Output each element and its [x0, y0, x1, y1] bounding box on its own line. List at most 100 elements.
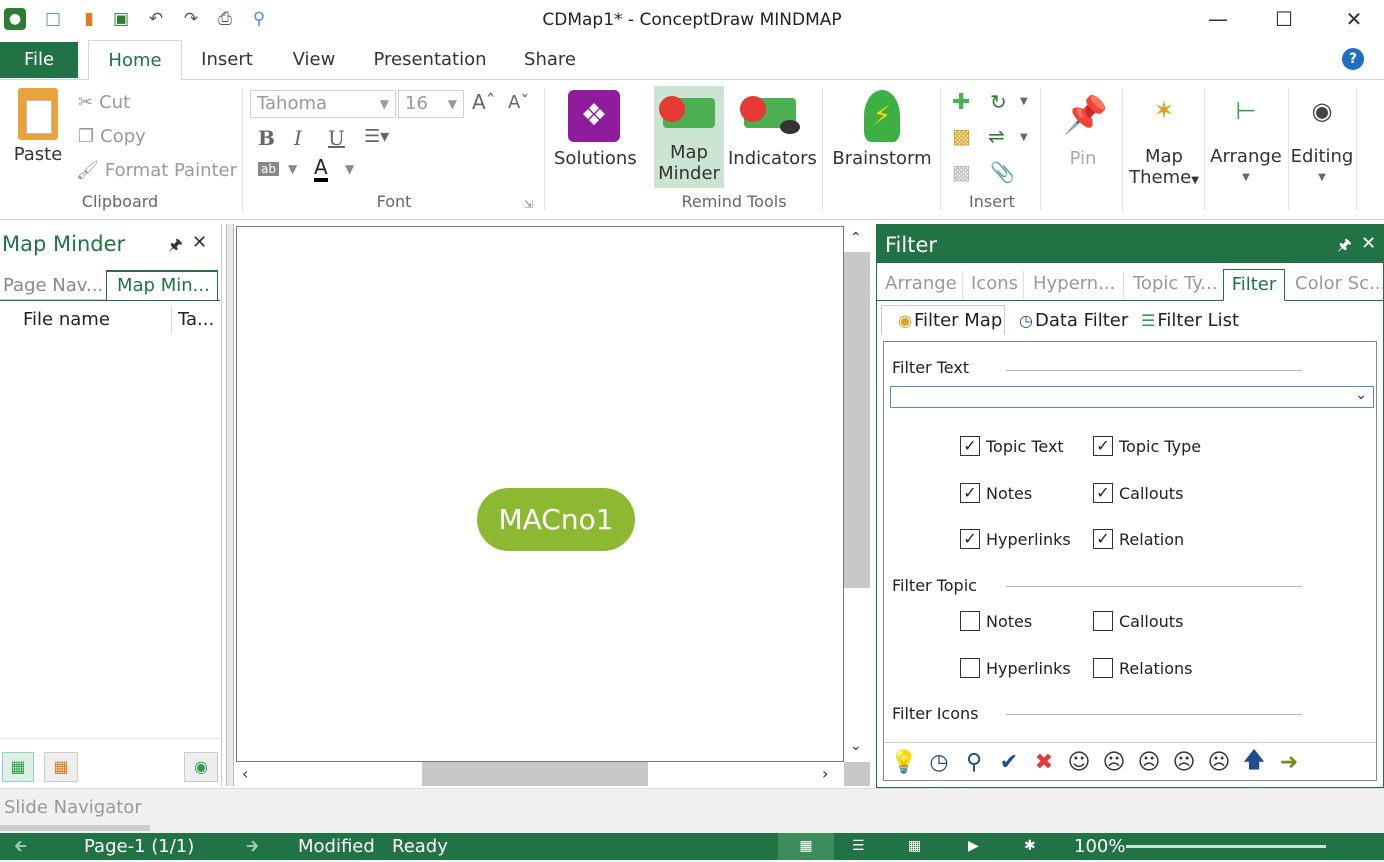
- option-topic-type[interactable]: ✓ Topic Type: [1093, 436, 1201, 456]
- column-tag[interactable]: Ta...: [178, 306, 218, 334]
- minimize-button[interactable]: —: [1190, 4, 1246, 34]
- sad-face-icon[interactable]: ☹: [1133, 746, 1165, 778]
- chevron-down-icon[interactable]: ▼: [1020, 132, 1028, 143]
- chevron-down-icon[interactable]: ▼: [345, 162, 354, 176]
- pane-splitter[interactable]: [226, 224, 234, 786]
- font-size-select[interactable]: 16 ▼: [398, 90, 464, 118]
- tab-file[interactable]: File: [0, 42, 78, 78]
- attachment-icon[interactable]: 📎: [990, 160, 1015, 184]
- prev-page-icon[interactable]: 🡰: [14, 835, 27, 862]
- italic-button[interactable]: I: [294, 126, 302, 150]
- tab-arrange[interactable]: Arrange: [885, 273, 957, 294]
- tab-home[interactable]: Home: [88, 40, 182, 81]
- checkbox-notes[interactable]: ✓: [960, 483, 980, 503]
- font-family-select[interactable]: Tahoma ▼: [250, 90, 396, 118]
- topic-option-hyperlinks[interactable]: Hyperlinks: [960, 658, 1071, 678]
- underline-button[interactable]: U: [328, 126, 345, 150]
- pin-pane-icon[interactable]: 🖈: [168, 234, 183, 261]
- cut-button[interactable]: ✂ Cut: [78, 92, 130, 113]
- option-topic-text[interactable]: ✓ Topic Text: [960, 436, 1064, 456]
- search-person-icon[interactable]: ⚲: [958, 746, 990, 778]
- tab-page-navigator[interactable]: Page Nav...: [0, 272, 106, 300]
- brainstorm-button[interactable]: ⚡ Brainstorm: [832, 90, 932, 169]
- arrow-up-icon[interactable]: 🡅: [1238, 746, 1270, 778]
- frown-face-icon[interactable]: ☹: [1168, 746, 1200, 778]
- tab-view[interactable]: View: [284, 40, 344, 80]
- scroll-down-icon[interactable]: ⌄: [850, 738, 862, 754]
- cross-icon[interactable]: ✖: [1028, 746, 1060, 778]
- add-topic-icon[interactable]: ✚: [952, 90, 970, 115]
- topic-option-notes[interactable]: Notes: [960, 611, 1032, 631]
- indicators-button[interactable]: Indicators: [728, 90, 817, 169]
- add-callout-icon[interactable]: ▩: [952, 124, 971, 148]
- play-icon[interactable]: ▶: [968, 833, 979, 860]
- checkbox-callouts[interactable]: ✓: [1093, 483, 1113, 503]
- scroll-up-icon[interactable]: ⌃: [850, 230, 862, 246]
- scroll-left-icon[interactable]: ‹: [242, 764, 248, 783]
- relationship-icon[interactable]: ⇌: [988, 124, 1005, 148]
- bold-button[interactable]: B: [258, 126, 275, 150]
- add-subtopic-icon[interactable]: ↻: [990, 90, 1007, 114]
- solutions-button[interactable]: ❖ Solutions: [554, 90, 637, 169]
- tab-color-scheme[interactable]: Color Sc...: [1295, 273, 1383, 294]
- slide-navigator-scroll[interactable]: [0, 825, 150, 831]
- checkbox-relation[interactable]: ✓: [1093, 529, 1113, 549]
- tab-map-minder[interactable]: Map Min...: [106, 270, 218, 300]
- arrange-button[interactable]: ⊢ Arrange ▼: [1210, 90, 1282, 188]
- arrow-right-icon[interactable]: ➜: [1273, 746, 1305, 778]
- topic-option-relations[interactable]: Relations: [1093, 658, 1192, 678]
- close-pane-icon[interactable]: ✕: [192, 232, 207, 253]
- chevron-down-icon[interactable]: ▼: [288, 162, 297, 176]
- help-icon[interactable]: ?: [1342, 48, 1364, 70]
- next-page-icon[interactable]: 🡲: [246, 835, 259, 862]
- tree-view-icon[interactable]: ▦: [2, 752, 34, 782]
- map-view-icon[interactable]: ▦: [778, 833, 834, 860]
- filter-view-icon[interactable]: ◉: [184, 752, 218, 782]
- topic-option-callouts[interactable]: Callouts: [1093, 611, 1183, 631]
- vertical-scrollbar[interactable]: ⌃ ⌄: [844, 226, 870, 762]
- clock-icon[interactable]: ◷: [923, 746, 955, 778]
- checkbox-topic-hyperlinks[interactable]: [960, 658, 980, 678]
- pin-pane-icon[interactable]: 🖈: [1337, 234, 1352, 261]
- subtab-data-filter[interactable]: ◷ Data Filter: [1019, 305, 1128, 335]
- dialog-launcher-icon[interactable]: ⇲: [524, 198, 533, 211]
- tab-share[interactable]: Share: [518, 40, 582, 80]
- outline-view-icon[interactable]: ☰: [852, 833, 865, 860]
- grow-font-icon[interactable]: Aˆ: [472, 90, 496, 114]
- highlight-icon[interactable]: ab: [258, 162, 279, 176]
- chevron-down-icon[interactable]: ▼: [1020, 96, 1028, 107]
- maximize-button[interactable]: ☐: [1256, 4, 1312, 34]
- option-callouts[interactable]: ✓ Callouts: [1093, 483, 1183, 503]
- column-file-name[interactable]: File name: [16, 306, 172, 334]
- pin-button[interactable]: 📌 Pin: [1056, 90, 1110, 169]
- scroll-thumb[interactable]: [844, 252, 870, 588]
- filter-text-combo[interactable]: ⌄: [890, 386, 1374, 408]
- checkbox-topic-type[interactable]: ✓: [1093, 436, 1113, 456]
- checkbox-topic-text[interactable]: ✓: [960, 436, 980, 456]
- angry-face-icon[interactable]: ☹: [1203, 746, 1235, 778]
- font-color-button[interactable]: A: [314, 156, 328, 182]
- close-button[interactable]: ✕: [1326, 4, 1382, 34]
- zoom-slider[interactable]: [1126, 845, 1326, 848]
- map-theme-button[interactable]: ✶ Map Theme▼: [1128, 90, 1200, 191]
- main-topic[interactable]: MACno1: [477, 488, 635, 551]
- checkbox-topic-callouts[interactable]: [1093, 611, 1113, 631]
- subtab-filter-list[interactable]: ☰ Filter List: [1141, 305, 1239, 335]
- tab-hyperlinks[interactable]: Hypern...: [1033, 273, 1123, 294]
- checkbox-hyperlinks[interactable]: ✓: [960, 529, 980, 549]
- neutral-face-icon[interactable]: ☹: [1098, 746, 1130, 778]
- checkbox-topic-relations[interactable]: [1093, 658, 1113, 678]
- tab-topic-type[interactable]: Topic Ty...: [1133, 273, 1227, 294]
- note-icon[interactable]: ▩: [952, 160, 971, 184]
- close-pane-icon[interactable]: ✕: [1361, 233, 1376, 254]
- tab-filter[interactable]: Filter: [1223, 269, 1285, 301]
- option-hyperlinks[interactable]: ✓ Hyperlinks: [960, 529, 1071, 549]
- paste-button[interactable]: Paste: [10, 88, 66, 165]
- settings-icon[interactable]: ✱: [1024, 833, 1036, 860]
- structure-icon[interactable]: ▦: [44, 752, 78, 782]
- scroll-thumb-h[interactable]: [422, 762, 648, 786]
- scroll-right-icon[interactable]: ›: [822, 764, 828, 783]
- option-relation[interactable]: ✓ Relation: [1093, 529, 1184, 549]
- lightbulb-icon[interactable]: 💡: [888, 746, 920, 778]
- checkmark-icon[interactable]: ✔: [993, 746, 1025, 778]
